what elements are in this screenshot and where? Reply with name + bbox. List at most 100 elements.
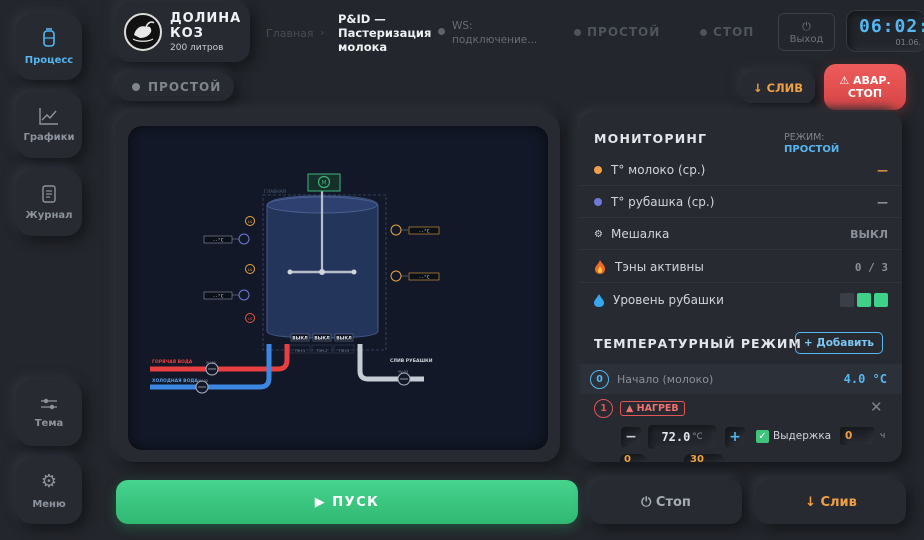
target-temp-input[interactable]: 72.0 °C xyxy=(648,425,716,449)
clock-date: 01.06. xyxy=(895,38,921,47)
sliders-icon xyxy=(41,398,57,410)
stop-button[interactable]: ⏻ Стоп xyxy=(590,480,742,524)
pid-diagram-svg: M ГЛАВНАЯ ВЫКЛ ТЭН-1 ВЫКЛ ТЭН-2 ВЫКЛ ТЭН… xyxy=(150,173,440,394)
add-step-button[interactable]: + Добавить xyxy=(795,332,883,354)
sensor-reading: --°C xyxy=(213,294,224,300)
hold-checkbox[interactable]: ✓ xyxy=(756,430,769,443)
power-icon: ⏻ xyxy=(802,19,811,33)
breadcrumb-home[interactable]: Главная xyxy=(266,27,314,40)
monitor-row-agitator: ⚙ Мешалка ВЫКЛ xyxy=(594,224,888,244)
page-title-line: P&ID — xyxy=(338,12,386,26)
level-bar xyxy=(840,293,854,307)
cold-water-label: ХОЛОДНАЯ ВОДА xyxy=(152,378,198,384)
sensor-right-1: --°C xyxy=(390,224,440,236)
exit-label: Выход xyxy=(789,33,824,45)
status-text: ПРОСТОЙ xyxy=(587,25,661,39)
drain-top-button[interactable]: ↓ СЛИВ xyxy=(741,72,815,103)
sensor-reading: --°C xyxy=(419,229,430,235)
row-label: Мешалка xyxy=(611,227,670,241)
mode-value: ПРОСТОЙ xyxy=(784,144,840,155)
heater-state: ВЫКЛ xyxy=(314,336,330,342)
exit-button[interactable]: ⏻ Выход xyxy=(778,13,835,51)
gear-icon: ⚙ xyxy=(40,470,58,492)
level-switch-label: LS xyxy=(248,317,253,321)
monitoring-card: МОНИТОРИНГ РЕЖИМ: ПРОСТОЙ T° молоко (ср.… xyxy=(580,112,902,462)
heater-label: ТЭН-1 xyxy=(294,349,306,353)
clock-time: 06:02: xyxy=(859,16,924,37)
sidebar-item-label: Тема xyxy=(34,418,64,429)
mode-label: РЕЖИМ: xyxy=(784,132,825,143)
start-button[interactable]: ▶ ПУСК xyxy=(116,480,578,524)
next-step-input-a[interactable]: 0 xyxy=(620,454,646,462)
valve-label: YV-03 xyxy=(398,370,408,374)
milk-temp-dot xyxy=(594,166,602,174)
flame-icon xyxy=(595,260,605,274)
heat-badge: ▲ НАГРЕВ xyxy=(620,401,685,416)
row-value: ВЫКЛ xyxy=(850,227,888,241)
divider xyxy=(580,249,902,250)
row-label: T° рубашка (ср.) xyxy=(611,195,715,209)
jacket-level-indicator xyxy=(840,293,888,307)
row-value: 0 / 3 xyxy=(854,260,888,274)
page-title-line: молока xyxy=(338,40,388,54)
step-value: 4.0 °C xyxy=(843,372,887,386)
tank-icon xyxy=(43,28,55,47)
temp-unit: °C xyxy=(692,432,703,442)
motor-label: M xyxy=(321,180,326,187)
heater-3: ВЫКЛ ТЭН-3 xyxy=(334,333,354,353)
monitor-row-jacket-temp: T° рубашка (ср.) — xyxy=(594,192,888,212)
divider xyxy=(580,185,902,186)
temp-plus-button[interactable]: + xyxy=(725,427,745,447)
jacket-temp-dot xyxy=(594,198,602,206)
step-number: 0 xyxy=(590,369,609,389)
brand-card: ДОЛИНА КОЗ 200 литров xyxy=(116,2,250,62)
step-row-start: 0 Начало (молоко) 4.0 °C xyxy=(580,364,902,394)
state-pill: ПРОСТОЙ xyxy=(116,73,234,101)
monitor-row-milk-temp: T° молоко (ср.) — xyxy=(594,160,888,180)
status-dot xyxy=(700,28,707,36)
pid-diagram: M ГЛАВНАЯ ВЫКЛ ТЭН-1 ВЫКЛ ТЭН-2 ВЫКЛ ТЭН… xyxy=(128,126,548,450)
estop-label: ⚠ АВАР. xyxy=(839,74,891,87)
monitor-row-heaters: Тэны активны 0 / 3 xyxy=(594,257,888,277)
sidebar-item-process[interactable]: Процесс xyxy=(16,14,82,80)
hot-water-label: ГОРЯЧАЯ ВОДА xyxy=(152,359,193,365)
heater-label: ТЭН-2 xyxy=(316,349,328,353)
clock: 06:02: 01.06. xyxy=(846,10,924,52)
page-title-line: Пастеризация xyxy=(338,26,432,40)
row-label: Тэны активны xyxy=(615,260,704,274)
sidebar-item-label: Графики xyxy=(23,132,75,143)
row-label: T° молоко (ср.) xyxy=(611,163,706,177)
sidebar-item-journal[interactable]: Журнал xyxy=(16,170,82,236)
monitor-row-jacket-level: Уровень рубашки xyxy=(594,290,888,310)
hold-hours-input[interactable]: 0 xyxy=(840,427,874,445)
gear-icon: ⚙ xyxy=(594,228,603,240)
tank-label: ГЛАВНАЯ xyxy=(264,189,286,195)
header-status-stop: СТОП xyxy=(700,25,754,39)
level-bar xyxy=(874,293,888,307)
divider xyxy=(580,282,902,283)
heater-state: ВЫКЛ xyxy=(292,336,308,342)
brand-name: ДОЛИНА xyxy=(170,11,242,26)
level-bar xyxy=(857,293,871,307)
row-value: — xyxy=(877,163,888,177)
temp-minus-button[interactable]: − xyxy=(621,427,641,447)
drain-button[interactable]: ↓ Слив xyxy=(756,480,906,524)
emergency-stop-button[interactable]: ⚠ АВАР. СТОП xyxy=(824,64,906,110)
ws-status: WS: подключение... xyxy=(452,19,537,47)
sidebar-item-theme[interactable]: Тема xyxy=(16,380,82,446)
sidebar-item-label: Журнал xyxy=(25,210,73,221)
remove-step-button[interactable]: ✕ xyxy=(870,398,883,416)
sidebar-item-menu[interactable]: ⚙ Меню xyxy=(16,458,82,524)
level-switch-label: LS xyxy=(248,220,253,224)
heater-label: ТЭН-3 xyxy=(338,349,350,353)
target-temp-value: 72.0 xyxy=(661,430,691,444)
sidebar-item-charts[interactable]: Графики xyxy=(16,92,82,158)
state-text: ПРОСТОЙ xyxy=(148,80,222,94)
header-status-idle: ПРОСТОЙ xyxy=(574,25,660,39)
goat-logo-icon xyxy=(124,13,162,51)
level-switch-label: LS xyxy=(248,268,253,272)
status-text: СТОП xyxy=(713,25,755,39)
status-dot xyxy=(574,28,581,36)
heater-state: ВЫКЛ xyxy=(336,336,352,342)
next-step-input-b[interactable]: 30 xyxy=(684,454,724,462)
